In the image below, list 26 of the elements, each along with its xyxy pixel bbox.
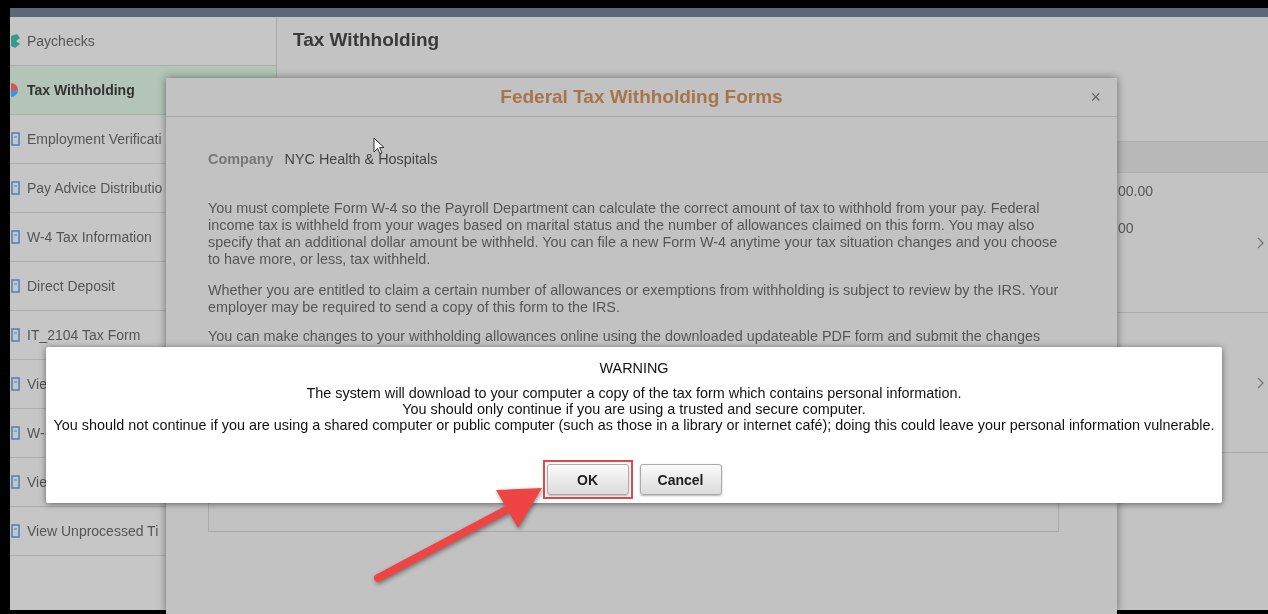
document-icon [11,377,20,391]
company-label: Company [208,151,274,167]
document-icon [11,132,20,146]
warning-text: You should not continue if you are using a shared computer or public computer (such as those in a library or internet café); doing this could leave your personal information vulnerable. [53,417,1215,433]
document-icon [11,279,20,293]
chevron-right-icon[interactable] [1257,236,1264,249]
pie-chart-icon [11,83,20,97]
document-icon [11,524,20,538]
amount-text: 00 [1118,220,1135,236]
warning-text: You should only continue if you are using a trusted and secure computer. [402,401,866,417]
warning-text: The system will download to your computer a copy of the tax form which contains personal information. [306,385,962,401]
dialog-button[interactable]: Cancel [639,464,722,495]
document-icon [11,328,20,342]
document-icon [11,230,20,244]
modal-title: Federal Tax Withholding Forms [500,86,783,108]
amount-text: 00.00 [1118,183,1155,199]
dialog-title: WARNING [599,360,669,376]
document-icon [11,181,20,195]
document-icon [11,475,20,489]
dialog-button[interactable]: OK [546,464,629,495]
company-value: NYC Health & Hospitals [284,151,438,167]
cursor-icon [373,137,385,155]
document-icon [11,426,20,440]
chevron-right-icon[interactable] [1257,376,1264,389]
page-title: Tax Withholding [293,29,440,51]
close-button[interactable]: × [1088,88,1103,106]
